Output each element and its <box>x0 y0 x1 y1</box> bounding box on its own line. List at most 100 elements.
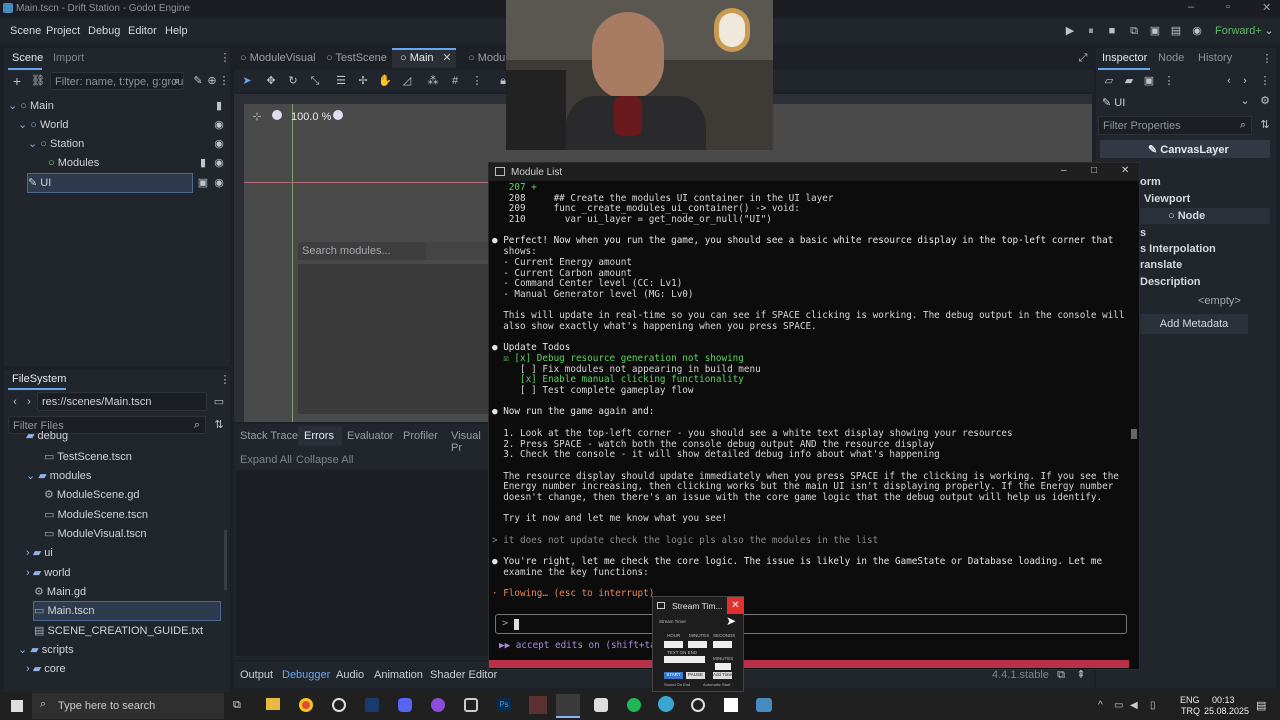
attach-script-icon[interactable]: ✎ <box>191 74 205 88</box>
select-tool-icon[interactable]: ➤ <box>240 74 254 88</box>
app-icon[interactable] <box>529 696 547 714</box>
minimize-icon[interactable]: – <box>1061 165 1067 176</box>
tab-errors[interactable]: Errors <box>304 430 334 442</box>
tab-stack-trace[interactable]: Stack Trace <box>240 430 298 442</box>
tree-node-station[interactable]: ⌄ ○ Station ◉ <box>28 135 228 153</box>
tab-inspector[interactable]: Inspector <box>1102 52 1147 64</box>
tab-testscene[interactable]: ○ TestScene <box>326 52 387 64</box>
scrollbar-thumb[interactable] <box>1131 429 1137 439</box>
folder-debug[interactable]: ▰ debug <box>26 431 68 443</box>
godot-taskbar-icon[interactable] <box>756 698 772 712</box>
clock-icon[interactable] <box>691 698 705 712</box>
selected-node[interactable]: ✎ UI <box>1102 96 1125 109</box>
menu-debug[interactable]: Debug <box>88 25 120 37</box>
clock-date[interactable]: 25.08.2025 <box>1204 706 1249 716</box>
photoshop-icon[interactable]: Ps <box>497 698 511 712</box>
windows-start-icon[interactable] <box>11 700 23 712</box>
tab-filesystem[interactable]: FileSystem <box>12 373 66 385</box>
tab-modu[interactable]: ○ Modu <box>468 52 505 64</box>
tab-audio[interactable]: Audio <box>336 669 364 681</box>
ruler-icon[interactable]: ◿ <box>400 74 414 88</box>
property-options-icon[interactable]: ⇅ <box>1258 118 1272 132</box>
prop-auto-translate[interactable]: ranslate <box>1140 259 1182 271</box>
folder-modules[interactable]: ⌄ ▰ modules <box>26 467 91 485</box>
app-icon[interactable] <box>724 698 738 712</box>
pause-icon[interactable]: ⏸ <box>1084 24 1098 38</box>
distraction-free-icon[interactable]: ⤢ <box>1076 51 1090 65</box>
unity-icon[interactable] <box>464 698 478 712</box>
pause-button[interactable]: PAUSE <box>686 672 705 679</box>
pan-tool-icon[interactable]: ✋ <box>378 74 392 88</box>
close-tab-icon[interactable]: ✕ <box>440 51 454 65</box>
settings-icon[interactable]: ⚙ <box>1258 94 1272 108</box>
close-icon[interactable]: ✕ <box>727 597 744 614</box>
open-folder-icon[interactable]: ▰ <box>1122 74 1136 88</box>
menu-project[interactable]: Project <box>46 25 80 37</box>
tab-node[interactable]: Node <box>1158 52 1184 64</box>
spotify-icon[interactable] <box>627 698 641 712</box>
sort-icon[interactable]: ⇅ <box>212 418 226 432</box>
inspector-menu-icon[interactable]: ⋮ <box>1162 74 1176 88</box>
prop-node[interactable]: ○ Node <box>1168 210 1205 222</box>
movie-maker-icon[interactable]: ◉ <box>1190 24 1204 38</box>
tab-history[interactable]: History <box>1198 52 1232 64</box>
file-modulescene-tscn[interactable]: ▭ ModuleScene.tscn <box>44 506 148 524</box>
battery-icon[interactable]: ▯ <box>1150 700 1156 711</box>
tab-evaluator[interactable]: Evaluator <box>347 430 393 442</box>
more-icon[interactable]: ⋮ <box>470 74 484 88</box>
script-icon[interactable]: ▮ <box>212 99 226 113</box>
tab-main[interactable]: ○ Main <box>400 52 434 64</box>
menu-scene[interactable]: Scene <box>10 25 41 37</box>
locale-indicator[interactable]: TRQ <box>1181 706 1200 716</box>
history-forward-icon[interactable]: › <box>1238 74 1252 88</box>
menu-help[interactable]: Help <box>165 25 188 37</box>
dock-menu-icon[interactable]: ⋮ <box>218 373 232 387</box>
app-icon[interactable] <box>658 696 674 712</box>
dock-menu-icon[interactable]: ⋮ <box>1260 52 1274 66</box>
list-select-icon[interactable]: ☰ <box>334 74 348 88</box>
folder-core[interactable]: › ▰ core <box>26 660 66 678</box>
file-main-tscn[interactable]: ▭ Main.tscn <box>33 601 221 621</box>
folder-ui[interactable]: › ▰ ui <box>26 544 53 562</box>
file-main-gd[interactable]: ⚙ Main.gd <box>34 583 86 601</box>
dock-menu-icon[interactable]: ⋮ <box>218 51 232 65</box>
chevron-down-icon[interactable]: ⌄ <box>1238 94 1252 108</box>
add-minutes-input[interactable] <box>715 663 731 670</box>
path-input[interactable]: res://scenes/Main.tscn <box>37 392 207 411</box>
tab-debugger[interactable]: Debugger <box>282 669 330 681</box>
remote-debug-icon[interactable]: ⧉ <box>1127 24 1141 38</box>
rotate-tool-icon[interactable]: ↻ <box>286 74 300 88</box>
layout-icon[interactable]: ⧉ <box>1054 668 1068 682</box>
script-icon[interactable]: ▮ <box>196 156 210 170</box>
maximize-icon[interactable]: □ <box>1091 165 1097 176</box>
terminal-taskbar-icon[interactable] <box>556 694 580 718</box>
discord-icon[interactable] <box>398 698 412 712</box>
tab-profiler[interactable]: Profiler <box>403 430 438 442</box>
stop-icon[interactable]: ■ <box>1105 24 1119 38</box>
add-time-button[interactable]: Add Time <box>713 672 732 679</box>
move-tool-icon[interactable]: ✥ <box>264 74 278 88</box>
folder-scripts[interactable]: ⌄ ▰ scripts <box>18 641 74 659</box>
object-menu-icon[interactable]: ⋮ <box>1258 74 1272 88</box>
close-icon[interactable]: ✕ <box>1121 165 1129 176</box>
tab-shader-editor[interactable]: Shader Editor <box>430 669 497 681</box>
empty-value[interactable]: <empty> <box>1198 295 1241 307</box>
menu-editor[interactable]: Editor <box>128 25 157 37</box>
notifications-icon[interactable]: ▤ <box>1256 699 1266 712</box>
task-view-icon[interactable]: ⧉ <box>233 699 241 712</box>
zoom-level[interactable]: 100.0 % <box>291 111 331 123</box>
collapse-all-button[interactable]: Collapse All <box>296 454 353 466</box>
add-metadata-button[interactable]: Add Metadata <box>1140 314 1248 334</box>
split-view-icon[interactable]: ▭ <box>212 395 226 409</box>
close-window-icon[interactable]: ✕ <box>1262 1 1271 14</box>
maximize-icon[interactable]: ▫ <box>1226 1 1230 13</box>
module-filter-dropdown[interactable] <box>426 242 488 260</box>
prop-physics-interpolation[interactable]: s Interpolation <box>1140 243 1216 255</box>
scene-options-icon[interactable]: ⋮ <box>217 74 231 88</box>
steam-icon[interactable] <box>365 698 379 712</box>
prop-viewport[interactable]: Viewport <box>1144 193 1190 205</box>
app-icon[interactable] <box>594 698 608 712</box>
tab-import[interactable]: Import <box>53 52 84 64</box>
zoom-out-icon[interactable] <box>272 110 282 120</box>
scale-tool-icon[interactable]: ⤡ <box>308 74 322 88</box>
